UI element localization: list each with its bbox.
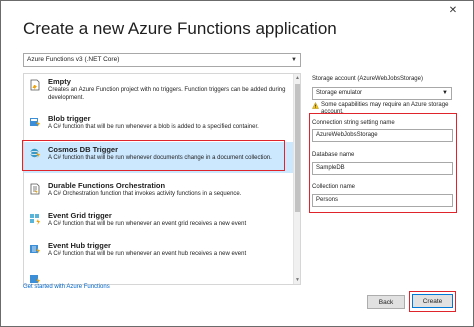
template-description: A C# function that will be run whenever …: [48, 155, 272, 161]
create-button[interactable]: Create: [412, 294, 453, 308]
storage-account-value: Storage emulator: [316, 90, 363, 96]
template-name: Durable Functions Orchestration: [48, 181, 166, 190]
template-description: A C# function that will be run whenever …: [48, 251, 247, 257]
empty-icon: [29, 79, 41, 91]
create-functions-dialog: ✕ Create a new Azure Functions applicati…: [0, 0, 474, 327]
back-button[interactable]: Back: [367, 295, 405, 309]
scroll-down-icon[interactable]: ▼: [294, 277, 300, 283]
template-item-blob-trigger[interactable]: Blob trigger A C# function that will be …: [24, 111, 294, 142]
template-item-durable-functions[interactable]: Durable Functions Orchestration A C# Orc…: [24, 178, 294, 209]
template-description: A C# function that will be run whenever …: [48, 221, 247, 227]
template-name: Cosmos DB Trigger: [48, 145, 119, 154]
connection-string-label: Connection string setting name: [312, 120, 395, 126]
template-name: Event Hub trigger: [48, 241, 111, 250]
event-hub-icon: [29, 243, 41, 255]
close-icon[interactable]: ✕: [449, 5, 457, 16]
collection-name-label: Collection name: [312, 184, 356, 190]
template-item-partial[interactable]: [24, 268, 294, 284]
template-name: Blob trigger: [48, 114, 91, 123]
dialog-title: Create a new Azure Functions application: [23, 19, 337, 38]
template-list[interactable]: Empty Creates an Azure Function project …: [23, 73, 301, 285]
template-name: Event Grid trigger: [48, 211, 112, 220]
database-name-input[interactable]: SampleDB: [312, 162, 453, 175]
connection-string-input[interactable]: AzureWebJobsStorage: [312, 129, 453, 142]
template-description: A C# Orchestration function that invokes…: [48, 191, 242, 197]
functions-version-select[interactable]: Azure Functions v3 (.NET Core) ▼: [23, 53, 301, 67]
scrollbar-thumb[interactable]: [295, 84, 300, 212]
warning-icon: [312, 102, 319, 109]
template-name: Empty: [48, 77, 71, 86]
template-item-cosmos-db-trigger[interactable]: Cosmos DB Trigger A C# function that wil…: [24, 142, 294, 173]
durable-functions-icon: [29, 183, 41, 195]
cosmos-db-icon: [29, 147, 41, 159]
event-grid-icon: [29, 213, 41, 225]
blob-trigger-icon: [29, 116, 41, 128]
scroll-up-icon[interactable]: ▲: [294, 75, 300, 81]
template-item-empty[interactable]: Empty Creates an Azure Function project …: [24, 74, 294, 105]
template-item-event-hub-trigger[interactable]: Event Hub trigger A C# function that wil…: [24, 238, 294, 269]
collection-name-input[interactable]: Persons: [312, 194, 453, 207]
storage-account-select[interactable]: Storage emulator ▼: [312, 87, 452, 100]
template-description: Creates an Azure Function project with n…: [48, 87, 286, 101]
template-description: A C# function that will be run whenever …: [48, 124, 259, 130]
chevron-down-icon: ▼: [442, 90, 448, 96]
storage-account-label: Storage account (AzureWebJobsStorage): [312, 76, 423, 82]
close-button[interactable]: ✕: [439, 3, 467, 17]
chevron-down-icon: ▼: [291, 57, 297, 63]
database-name-label: Database name: [312, 152, 355, 158]
storage-warning: Some capabilities may require an Azure s…: [312, 102, 457, 116]
functions-version-value: Azure Functions v3 (.NET Core): [27, 56, 120, 63]
storage-warning-text: Some capabilities may require an Azure s…: [321, 102, 449, 115]
template-item-event-grid-trigger[interactable]: Event Grid trigger A C# function that wi…: [24, 208, 294, 239]
template-list-scrollbar[interactable]: ▲ ▼: [293, 74, 300, 284]
get-started-link[interactable]: Get started with Azure Functions: [23, 284, 110, 290]
